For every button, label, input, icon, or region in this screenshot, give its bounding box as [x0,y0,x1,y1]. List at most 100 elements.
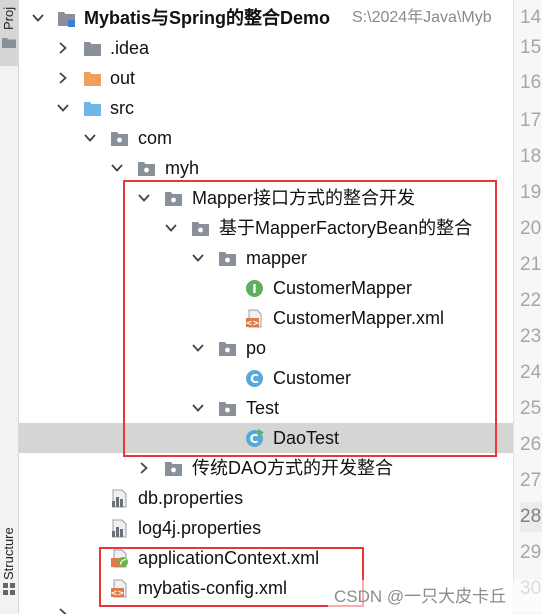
project-tab-label: Proj [1,6,16,30]
chevron-right-icon[interactable] [137,461,151,475]
tree-item-label: applicationContext.xml [138,548,320,568]
source-folder-icon [84,102,101,116]
module-folder-icon [58,12,75,27]
line-number: 20 [520,218,542,239]
structure-tab-label[interactable]: Structure [1,508,17,580]
tree-item-label: db.properties [138,488,244,508]
spring-xml-file-icon [111,549,128,568]
tree-item-label: Customer [273,368,352,388]
chevron-down-icon[interactable] [191,341,205,355]
tree-item-idea[interactable]: .idea [19,33,513,63]
tree-item-db-properties[interactable]: db.properties [19,483,513,513]
excluded-folder-icon [84,72,101,86]
xml-file-icon: <> [246,309,262,328]
line-number: 16 [520,72,542,93]
line-number: 15 [520,37,542,58]
tree-item-label: CustomerMapper.xml [273,308,445,328]
tree-item-customer[interactable]: C Customer [19,363,513,393]
properties-file-icon [112,519,127,538]
properties-file-icon [112,489,127,508]
line-number: 18 [520,146,542,167]
tree-item-label: Mapper接口方式的整合开发 [192,188,416,208]
chevron-down-icon[interactable] [137,191,151,205]
tree-item-customer-mapper-xml[interactable]: <> CustomerMapper.xml [19,303,513,333]
project-name: Mybatis与Spring的整合Demo [84,8,331,28]
package-icon [192,222,209,236]
package-icon [165,192,182,206]
tree-item-label: 基于MapperFactoryBean的整合 [219,218,473,238]
tree-item-out[interactable]: out [19,63,513,93]
line-number: 24 [520,362,542,383]
tree-item-com[interactable]: com [19,123,513,153]
line-number: 25 [520,398,542,419]
tree-item-label: log4j.properties [138,518,262,538]
tree-item-label: CustomerMapper [273,278,413,298]
line-number-current: 28 [520,502,542,532]
project-path: S:\2024年Java\Myb [352,9,492,26]
chevron-down-icon[interactable] [110,161,124,175]
package-icon [138,162,155,176]
tree-item-application-context[interactable]: applicationContext.xml [19,543,513,573]
svg-text:C: C [250,432,259,446]
tree-item-mapper-interface-pkg[interactable]: Mapper接口方式的整合开发 [19,183,513,213]
project-tab[interactable]: Proj [0,0,18,66]
line-number: 26 [520,434,542,455]
chevron-down-icon[interactable] [31,11,45,25]
package-icon [219,342,236,356]
tree-item-traditional-dao-pkg[interactable]: 传统DAO方式的开发整合 [19,453,513,483]
tree-item-dao-test[interactable]: C DaoTest [19,423,513,453]
chevron-right-icon[interactable] [56,71,70,85]
tree-item-factory-bean-pkg[interactable]: 基于MapperFactoryBean的整合 [19,213,513,243]
line-number: 29 [520,542,542,563]
tree-item-label: .idea [110,38,150,58]
tree-item-label: Test [246,398,280,418]
tree-item-project-root[interactable]: Mybatis与Spring的整合Demo S:\2024年Java\Myb [19,3,513,33]
tree-item-mapper-pkg[interactable]: mapper [19,243,513,273]
tree-item-label: mapper [246,248,308,268]
tree-item-myh[interactable]: myh [19,153,513,183]
package-icon [111,132,128,146]
tree-item-label: DaoTest [273,428,340,448]
chevron-down-icon[interactable] [191,251,205,265]
tree-item-log4j-properties[interactable]: log4j.properties [19,513,513,543]
chevron-down-icon[interactable] [83,131,97,145]
line-number: 14 [520,7,542,28]
package-icon [219,252,236,266]
tree-item-po-pkg[interactable]: po [19,333,513,363]
folder-icon [2,38,16,48]
tree-item-src[interactable]: src [19,93,513,123]
xml-file-icon: <> [111,579,127,598]
chevron-right-icon [59,608,67,614]
tree-item-customer-mapper[interactable]: I CustomerMapper [19,273,513,303]
chevron-down-icon[interactable] [191,401,205,415]
package-icon [219,402,236,416]
editor-gutter: 14 15 16 17 18 19 20 21 22 23 24 25 26 2… [513,0,542,614]
tree-item-label: mybatis-config.xml [138,578,288,598]
tree-item-label: src [110,98,134,118]
chevron-down-icon[interactable] [56,101,70,115]
tree-item-test-pkg[interactable]: Test [19,393,513,423]
tree-item-label: out [110,68,136,88]
svg-text:<>: <> [246,319,259,328]
tree-item-label: 传统DAO方式的开发整合 [192,458,394,478]
watermark: CSDN @一只大皮卡丘 [334,587,507,606]
tree-item-label: po [246,338,267,358]
runnable-class-icon: C [246,429,264,447]
svg-text:I: I [252,282,256,296]
line-number: 19 [520,182,542,203]
interface-icon: I [246,280,263,297]
line-number: 23 [520,326,542,347]
tool-window-strip: Proj Structure [0,0,19,614]
chevron-right-icon[interactable] [56,41,70,55]
line-number: 22 [520,290,542,311]
line-number: 21 [520,254,542,275]
line-number: 27 [520,470,542,491]
tree-item-label: myh [165,158,200,178]
svg-text:<>: <> [111,589,124,598]
package-icon [165,462,182,476]
class-icon: C [246,370,263,387]
tree-item-label: com [138,128,173,148]
chevron-down-icon[interactable] [164,221,178,235]
structure-icon[interactable] [3,583,15,595]
folder-icon [84,42,101,56]
